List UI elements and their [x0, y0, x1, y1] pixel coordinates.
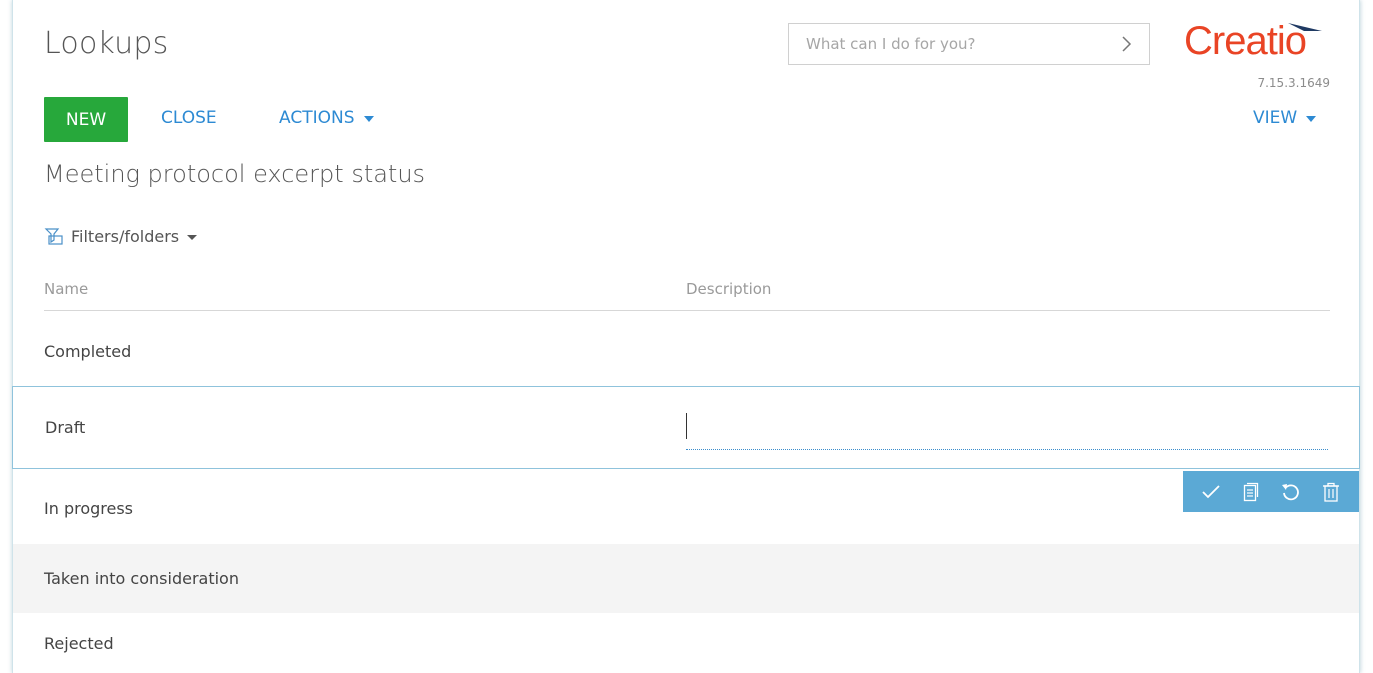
- table-row[interactable]: Completed: [13, 318, 1359, 384]
- chevron-down-icon: [363, 116, 374, 122]
- header-divider: [44, 310, 1330, 311]
- view-button-label: VIEW: [1253, 108, 1298, 128]
- page-title: Lookups: [44, 26, 169, 61]
- table-row[interactable]: In progress: [13, 473, 1359, 543]
- table-row-editing[interactable]: Draft: [12, 386, 1360, 469]
- filters-folders-button[interactable]: Filters/folders: [44, 226, 198, 246]
- version-label: 7.15.3.1649: [1257, 76, 1330, 90]
- search-input[interactable]: [789, 24, 1109, 64]
- table-row[interactable]: Rejected: [13, 614, 1359, 673]
- lookup-title: Meeting protocol excerpt status: [44, 160, 426, 188]
- table-row[interactable]: Taken into consideration: [13, 544, 1359, 613]
- filters-label: Filters/folders: [71, 226, 180, 246]
- column-header-name[interactable]: Name: [44, 280, 88, 298]
- close-button[interactable]: CLOSE: [161, 108, 217, 128]
- main-window: Lookups Creatio 7.15.3.1649 NEW CLOSE AC…: [12, 0, 1360, 673]
- row-name-cell: Rejected: [44, 634, 114, 653]
- row-name-cell: Completed: [44, 341, 132, 361]
- row-name-cell: Taken into consideration: [44, 569, 239, 588]
- close-button-label: CLOSE: [161, 108, 217, 128]
- row-action-toolbar: [1183, 471, 1359, 512]
- new-button[interactable]: NEW: [44, 97, 128, 142]
- description-input[interactable]: [686, 409, 1328, 450]
- creatio-logo: Creatio: [1184, 19, 1334, 65]
- row-name-cell: In progress: [44, 498, 134, 518]
- undo-icon[interactable]: [1278, 479, 1304, 505]
- logo-swoosh-icon: [1288, 23, 1322, 31]
- actions-menu-button[interactable]: ACTIONS: [279, 108, 374, 128]
- search-arrow-icon[interactable]: [1117, 33, 1137, 55]
- save-icon[interactable]: [1198, 479, 1224, 505]
- command-search[interactable]: [788, 23, 1150, 65]
- actions-button-label: ACTIONS: [279, 108, 355, 128]
- filter-folder-icon: [44, 228, 63, 245]
- chevron-down-icon: [187, 234, 198, 240]
- view-menu-button[interactable]: VIEW: [1253, 108, 1317, 128]
- chevron-down-icon: [1306, 116, 1317, 122]
- column-header-description[interactable]: Description: [686, 280, 771, 298]
- text-cursor: [686, 413, 687, 439]
- row-name-cell: Draft: [45, 418, 86, 437]
- copy-icon[interactable]: [1238, 479, 1264, 505]
- delete-icon[interactable]: [1318, 479, 1344, 505]
